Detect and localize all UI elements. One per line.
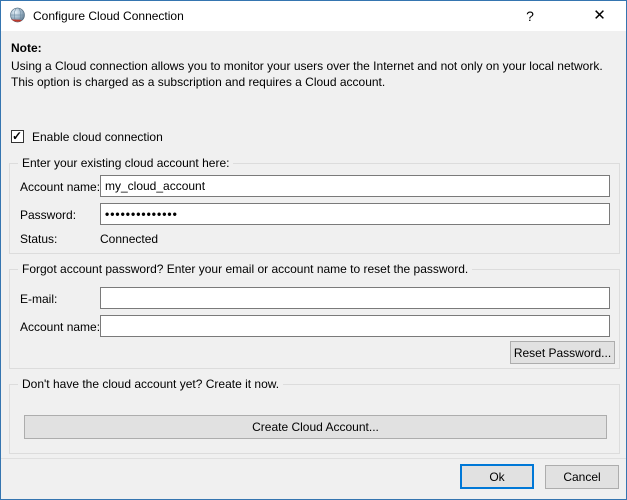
- ok-button[interactable]: Ok: [460, 464, 534, 489]
- reset-password-group-title: Forgot account password? Enter your emai…: [18, 262, 472, 276]
- existing-account-group-title: Enter your existing cloud account here:: [18, 156, 233, 170]
- cancel-button[interactable]: Cancel: [545, 465, 619, 489]
- reset-password-group: Forgot account password? Enter your emai…: [9, 269, 620, 369]
- existing-account-group: Enter your existing cloud account here: …: [9, 163, 620, 254]
- reset-account-name-field[interactable]: [100, 315, 610, 337]
- help-button[interactable]: ?: [507, 1, 553, 31]
- password-field[interactable]: [100, 203, 610, 225]
- status-value: Connected: [100, 232, 158, 246]
- reset-password-button[interactable]: Reset Password...: [510, 341, 615, 364]
- titlebar: Configure Cloud Connection ? ✕: [1, 1, 626, 31]
- account-name-field[interactable]: [100, 175, 610, 197]
- enable-cloud-connection-label: Enable cloud connection: [32, 130, 163, 144]
- status-label: Status:: [20, 232, 57, 246]
- reset-account-name-label: Account name:: [20, 320, 100, 334]
- checkbox-check-icon[interactable]: [11, 130, 24, 143]
- configure-cloud-connection-dialog: Configure Cloud Connection ? ✕ Note: Usi…: [0, 0, 627, 500]
- create-account-group: Don't have the cloud account yet? Create…: [9, 384, 620, 454]
- cloud-connection-app-icon: [9, 7, 26, 24]
- account-name-label: Account name:: [20, 180, 100, 194]
- email-field[interactable]: [100, 287, 610, 309]
- note-heading: Note:: [11, 41, 42, 55]
- window-title: Configure Cloud Connection: [33, 1, 184, 31]
- note-body: Using a Cloud connection allows you to m…: [11, 58, 619, 90]
- footer-separator: [1, 458, 626, 459]
- close-icon[interactable]: ✕: [573, 1, 626, 31]
- create-account-group-title: Don't have the cloud account yet? Create…: [18, 377, 283, 391]
- password-label: Password:: [20, 208, 76, 222]
- create-cloud-account-button[interactable]: Create Cloud Account...: [24, 415, 607, 439]
- email-label: E-mail:: [20, 292, 57, 306]
